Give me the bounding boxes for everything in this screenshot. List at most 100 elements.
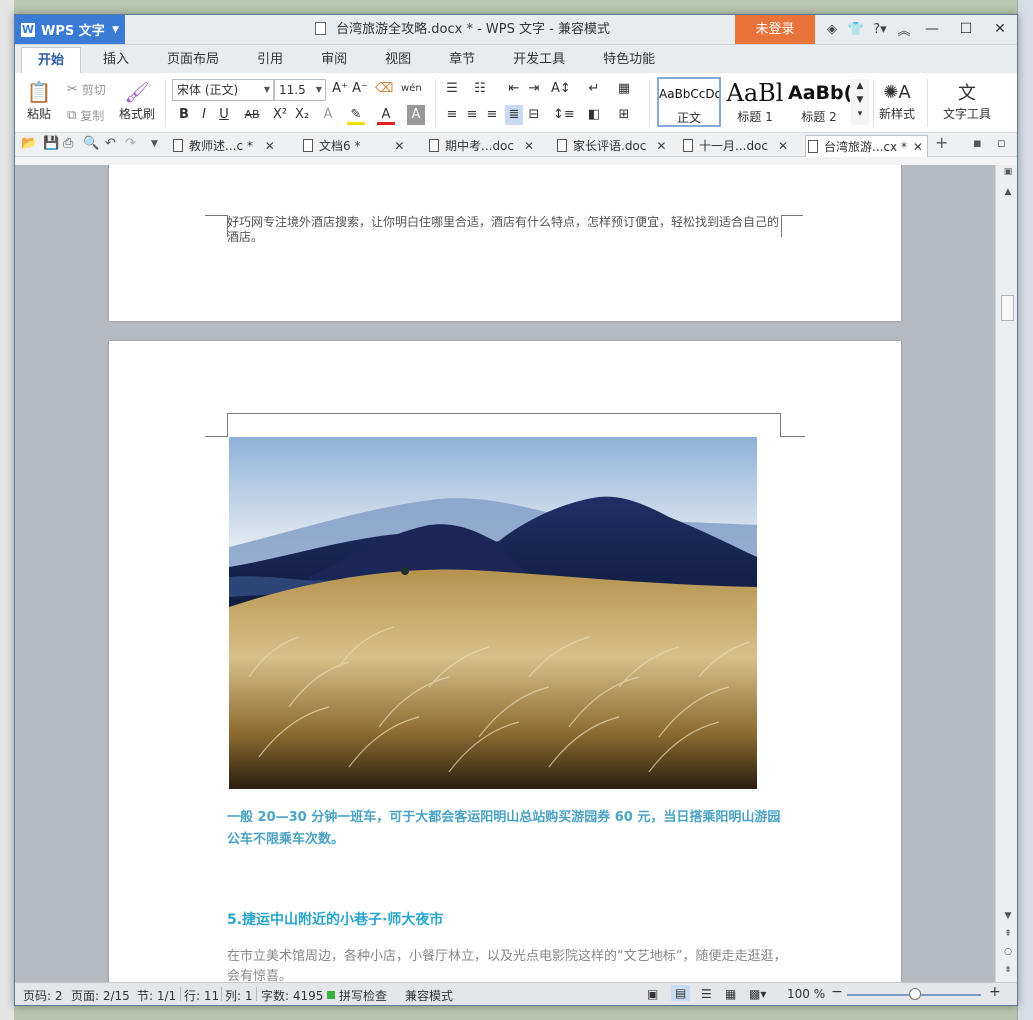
collapse-ribbon-icon[interactable]: ︽ bbox=[892, 20, 916, 39]
open-icon[interactable]: 📂 bbox=[21, 136, 37, 151]
increase-indent-icon[interactable]: ⇥ bbox=[525, 79, 543, 99]
font-color-icon[interactable]: A bbox=[377, 105, 395, 125]
tab-special[interactable]: 特色功能 bbox=[587, 47, 671, 73]
zoom-slider-knob[interactable] bbox=[909, 988, 921, 1000]
decrease-indent-icon[interactable]: ⇤ bbox=[505, 79, 523, 99]
vertical-scrollbar[interactable]: ▣ ▲ ▼ ⇞ ○ ⇟ bbox=[995, 165, 1017, 984]
web-view-icon[interactable]: ▦ bbox=[725, 987, 736, 1001]
status-wordcount[interactable]: 字数: 4195 bbox=[261, 987, 323, 1004]
tab-references[interactable]: 引用 bbox=[241, 47, 299, 73]
bold-icon[interactable]: B bbox=[175, 105, 193, 125]
doc-tab[interactable]: 家长评语.doc ✕ bbox=[555, 135, 666, 157]
numbered-list-icon[interactable]: ☷ bbox=[471, 79, 489, 99]
cut-button[interactable]: ✂ 剪切 bbox=[67, 81, 106, 98]
clear-format-icon[interactable]: ⌫ bbox=[375, 79, 393, 99]
status-line[interactable]: 行: 11 bbox=[184, 987, 219, 1004]
doc-tab[interactable]: 期中考...doc ✕ bbox=[427, 135, 534, 157]
new-tab-icon[interactable]: + bbox=[935, 133, 948, 152]
tab-review[interactable]: 审阅 bbox=[305, 47, 363, 73]
print-icon[interactable]: ⎙ bbox=[63, 136, 73, 151]
close-tab-icon[interactable]: ✕ bbox=[394, 135, 404, 157]
close-icon[interactable]: ✕ bbox=[983, 15, 1017, 44]
tab-close-all-icon[interactable]: ▫ bbox=[997, 136, 1006, 151]
doc-tab[interactable]: 文档6 * ✕ bbox=[301, 135, 404, 157]
tab-home[interactable]: 开始 bbox=[21, 47, 82, 73]
text-effect-icon[interactable]: A bbox=[319, 105, 337, 125]
tab-list-icon[interactable]: ▪ bbox=[973, 136, 982, 151]
tab-insert[interactable]: 插入 bbox=[87, 47, 145, 73]
tab-view[interactable]: 视图 bbox=[369, 47, 427, 73]
status-column[interactable]: 列: 1 bbox=[225, 987, 253, 1004]
table-icon[interactable]: ▦ bbox=[615, 79, 633, 99]
scrollbar-thumb[interactable] bbox=[1001, 295, 1014, 321]
doc-tab[interactable]: 十一月...doc ✕ bbox=[681, 135, 788, 157]
skin-icon[interactable]: ◈ bbox=[820, 22, 844, 37]
close-tab-icon[interactable]: ✕ bbox=[265, 135, 275, 157]
close-tab-icon[interactable]: ✕ bbox=[656, 135, 666, 157]
status-page-number[interactable]: 页码: 2 bbox=[23, 987, 63, 1004]
shading-icon[interactable]: ◧ bbox=[585, 105, 603, 125]
quick-access-dropdown-icon[interactable]: ▼ bbox=[151, 139, 158, 149]
font-size-select[interactable]: 11.5 ▼ bbox=[274, 79, 326, 101]
scroll-down-icon[interactable]: ▼ bbox=[996, 911, 1017, 921]
maximize-icon[interactable]: ☐ bbox=[949, 15, 983, 44]
align-center-icon[interactable]: ≡ bbox=[463, 105, 481, 125]
show-marks-icon[interactable]: ↵ bbox=[585, 79, 603, 99]
chinese-layout-icon[interactable]: A↕ bbox=[551, 79, 571, 99]
justify-icon[interactable]: ≣ bbox=[505, 105, 523, 125]
grow-font-icon[interactable]: A⁺ bbox=[331, 79, 349, 99]
format-painter-button[interactable]: 🖌 格式刷 bbox=[119, 79, 155, 122]
minimize-icon[interactable]: — bbox=[915, 15, 949, 44]
help-icon[interactable]: ?▾ bbox=[868, 22, 892, 37]
print-preview-icon[interactable]: 🔍 bbox=[83, 136, 99, 151]
copy-button[interactable]: ⧉ 复制 bbox=[67, 107, 104, 124]
doc-tab[interactable]: 教师述...c * ✕ bbox=[171, 135, 275, 157]
style-heading2[interactable]: AaBb( 标题 2 bbox=[787, 77, 851, 127]
paste-button[interactable]: 📋 粘贴 bbox=[25, 79, 53, 122]
shirt-icon[interactable]: 👕 bbox=[844, 22, 868, 37]
italic-icon[interactable]: I bbox=[195, 105, 213, 125]
tab-developer[interactable]: 开发工具 bbox=[497, 47, 581, 73]
strikethrough-icon[interactable]: AB bbox=[241, 105, 263, 125]
status-zoom[interactable]: 100 % bbox=[787, 987, 825, 1001]
align-left-icon[interactable]: ≡ bbox=[443, 105, 461, 125]
underline-icon[interactable]: U bbox=[215, 105, 233, 125]
close-tab-icon[interactable]: ✕ bbox=[524, 135, 534, 157]
style-normal[interactable]: AaBbCcDd 正文 bbox=[657, 77, 721, 127]
line-spacing-icon[interactable]: ↕≡ bbox=[553, 105, 575, 125]
char-shading-icon[interactable]: A bbox=[407, 105, 425, 125]
fullscreen-icon[interactable]: ▣ bbox=[647, 987, 658, 1001]
border-icon[interactable]: ⊞ bbox=[615, 105, 633, 125]
next-page-icon[interactable]: ⇟ bbox=[996, 965, 1017, 975]
style-heading1[interactable]: AaBl 标题 1 bbox=[723, 77, 787, 127]
redo-icon[interactable]: ↷ bbox=[125, 136, 136, 151]
browse-object-icon[interactable]: ○ bbox=[996, 947, 1017, 957]
undo-icon[interactable]: ↶ bbox=[105, 136, 116, 151]
close-tab-icon[interactable]: ✕ bbox=[913, 136, 923, 158]
font-name-select[interactable]: 宋体 (正文) ▼ bbox=[172, 79, 274, 101]
doc-tab-active[interactable]: 台湾旅游...cx * ✕ bbox=[805, 135, 928, 157]
status-spellcheck[interactable]: 拼写检查 bbox=[339, 987, 387, 1004]
align-right-icon[interactable]: ≡ bbox=[483, 105, 501, 125]
split-icon[interactable]: ▣ bbox=[996, 167, 1017, 177]
close-tab-icon[interactable]: ✕ bbox=[778, 135, 788, 157]
phonetic-guide-icon[interactable]: wén bbox=[401, 79, 422, 99]
save-icon[interactable]: 💾 bbox=[43, 136, 59, 151]
shrink-font-icon[interactable]: A⁻ bbox=[351, 79, 369, 99]
zoom-out-icon[interactable]: − bbox=[831, 984, 843, 1000]
status-page-of[interactable]: 页面: 2/15 bbox=[71, 987, 130, 1004]
text-tools-button[interactable]: 文 文字工具 bbox=[935, 79, 999, 122]
app-menu-button[interactable]: W WPS 文字 ▼ bbox=[15, 15, 125, 44]
subscript-icon[interactable]: X₂ bbox=[293, 105, 311, 125]
page-view-icon[interactable]: ▤ bbox=[671, 985, 691, 1001]
status-section[interactable]: 节: 1/1 bbox=[137, 987, 176, 1004]
tab-chapter[interactable]: 章节 bbox=[433, 47, 491, 73]
outline-view-icon[interactable]: ☰ bbox=[701, 987, 712, 1001]
tab-page-layout[interactable]: 页面布局 bbox=[151, 47, 235, 73]
reading-view-icon[interactable]: ▩▾ bbox=[749, 987, 766, 1001]
scroll-up-icon[interactable]: ▲ bbox=[996, 187, 1017, 197]
superscript-icon[interactable]: X² bbox=[271, 105, 289, 125]
new-style-button[interactable]: ✺A 新样式 bbox=[867, 79, 927, 122]
login-button[interactable]: 未登录 bbox=[735, 15, 815, 44]
distributed-icon[interactable]: ⊟ bbox=[525, 105, 543, 125]
